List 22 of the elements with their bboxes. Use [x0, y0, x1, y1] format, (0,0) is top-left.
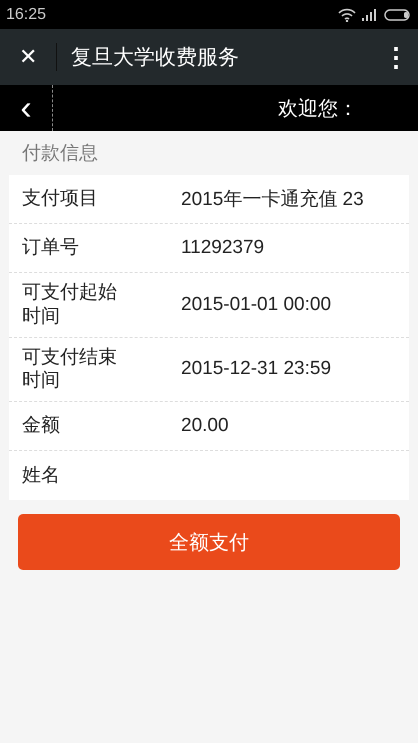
- menu-button[interactable]: ⋮: [374, 35, 418, 79]
- field-label: 可支付起始时间: [22, 281, 118, 328]
- signal-icon: [362, 8, 378, 20]
- close-button[interactable]: ✕: [0, 37, 56, 77]
- field-value: 11292379: [181, 237, 264, 259]
- window-title: 复旦大学收费服务: [71, 44, 240, 71]
- status-time: 16:25: [6, 6, 46, 24]
- field-value: 2015年一卡通充值 23: [181, 188, 364, 212]
- wifi-icon: [338, 8, 356, 22]
- pay-button[interactable]: 全额支付: [18, 514, 400, 570]
- field-label: 金额: [22, 414, 61, 438]
- field-label: 姓名: [22, 464, 61, 488]
- field-value: 2015-12-31 23:59: [181, 358, 332, 380]
- field-label: 支付项目: [22, 187, 99, 211]
- field-value: 20.00: [181, 415, 229, 437]
- field-label: 可支付结束时间: [22, 346, 118, 393]
- section-title: 付款信息: [21, 141, 99, 166]
- field-label: 订单号: [22, 236, 80, 260]
- battery-icon: [384, 8, 412, 20]
- field-value: 2015-01-01 00:00: [181, 294, 332, 316]
- back-button[interactable]: ‹: [0, 85, 52, 131]
- welcome-text: 欢迎您：: [278, 94, 358, 122]
